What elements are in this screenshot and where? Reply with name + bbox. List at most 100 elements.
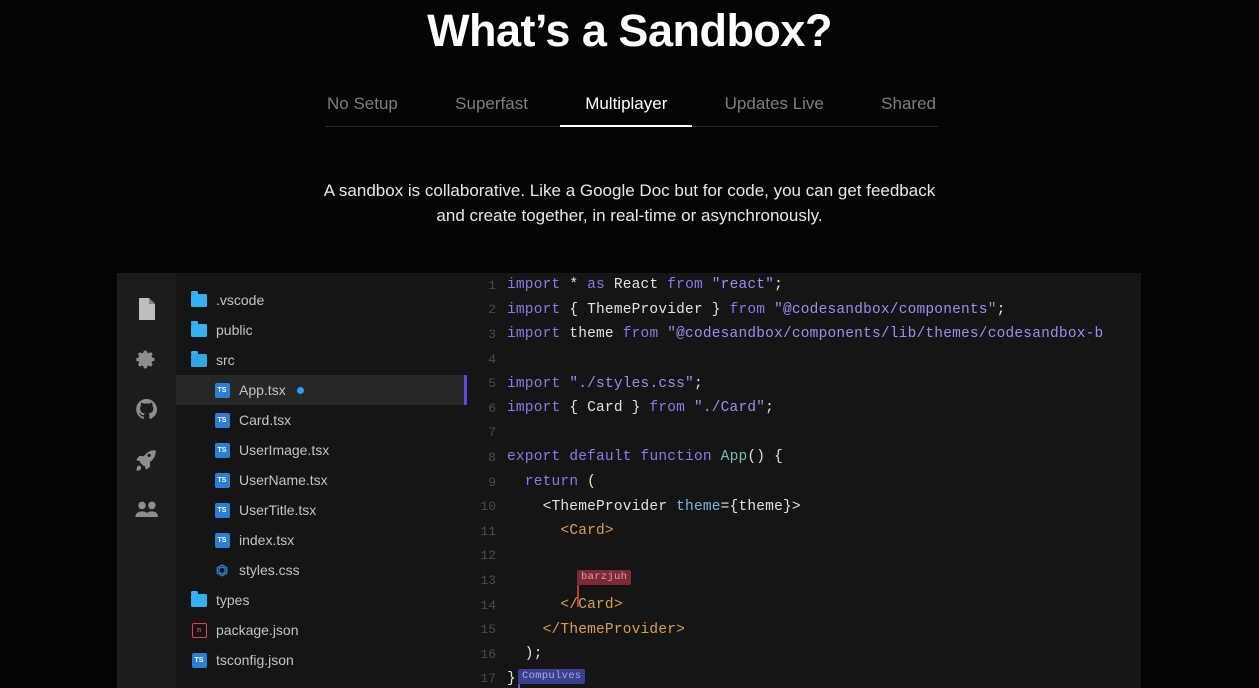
github-icon[interactable] xyxy=(133,395,161,423)
code-line[interactable]: import "./styles.css"; xyxy=(507,376,703,392)
file-tree-item[interactable]: n package.json xyxy=(176,615,467,645)
collaborator-caret xyxy=(518,683,520,688)
file-type-icon: TS xyxy=(191,652,207,668)
folder-icon xyxy=(191,320,207,337)
line-number: 8 xyxy=(488,449,496,465)
code-line[interactable]: <Card> xyxy=(507,523,614,539)
code-line-row: 11 <Card> xyxy=(467,519,1141,544)
typescript-icon: TS xyxy=(214,532,230,548)
code-line[interactable] xyxy=(507,572,516,588)
file-type-icon: TS xyxy=(214,442,230,458)
css-icon: ⏣ xyxy=(215,562,229,578)
code-line[interactable] xyxy=(507,351,516,367)
file-type-icon: TS xyxy=(214,532,230,548)
file-tree-item-label: types xyxy=(216,592,250,608)
line-number: 15 xyxy=(480,622,496,638)
file-tree-item[interactable]: TS UserImage.tsx xyxy=(176,435,467,465)
gear-icon[interactable] xyxy=(133,345,161,373)
file-tree-item[interactable]: TS tsconfig.json xyxy=(176,645,467,675)
code-line[interactable]: } xyxy=(507,671,516,687)
file-type-icon: TS xyxy=(214,472,230,488)
file-type-icon xyxy=(191,350,207,368)
code-line[interactable] xyxy=(507,548,516,564)
tab-updates-live[interactable]: Updates Live xyxy=(723,93,826,115)
feature-tabs: No Setup Superfast Multiplayer Updates Live… xyxy=(325,93,938,133)
code-line[interactable]: import theme from "@codesandbox/componen… xyxy=(507,326,1103,342)
code-line-row: 7 xyxy=(467,421,1141,446)
code-line[interactable]: import { Card } from "./Card"; xyxy=(507,400,774,416)
file-tree-item[interactable]: types xyxy=(176,585,467,615)
rocket-icon[interactable] xyxy=(133,445,161,473)
line-number: 9 xyxy=(488,474,496,490)
code-line-row: 4 xyxy=(467,347,1141,372)
file-tree-item[interactable]: TS Card.tsx xyxy=(176,405,467,435)
code-line-row: 14 </Card> xyxy=(467,593,1141,618)
file-tree-item-label: public xyxy=(216,322,253,338)
typescript-icon: TS xyxy=(214,502,230,518)
code-line[interactable]: <ThemeProvider theme={theme}> xyxy=(507,499,801,515)
line-number: 1 xyxy=(488,277,496,293)
file-type-icon xyxy=(191,590,207,608)
collaborator-caret xyxy=(577,585,579,608)
collaborator-name-label: barzjuh xyxy=(577,570,632,586)
file-tree-item[interactable]: TS App.tsx xyxy=(176,375,467,405)
code-line-row: 1 import * as React from "react"; xyxy=(467,273,1141,298)
line-number: 10 xyxy=(480,499,496,515)
code-line[interactable]: export default function App() { xyxy=(507,449,783,465)
page-root: What’s a Sandbox? No Setup Superfast Multi… xyxy=(0,0,1259,688)
folder-icon xyxy=(191,590,207,607)
file-tree-item[interactable]: .vscode xyxy=(176,285,467,315)
folder-icon xyxy=(191,290,207,307)
code-line[interactable]: ); xyxy=(507,646,543,662)
people-icon[interactable] xyxy=(133,495,161,523)
files-icon[interactable] xyxy=(133,295,161,323)
tab-shared[interactable]: Shared xyxy=(879,93,938,115)
collaborator-cursor: barzjuh xyxy=(577,570,632,608)
collaborator-name-label: Compulves xyxy=(518,668,586,684)
file-tree-item-label: Card.tsx xyxy=(239,412,292,428)
tab-no-setup[interactable]: No Setup xyxy=(325,93,400,115)
file-tree-item-label: UserImage.tsx xyxy=(239,442,330,458)
file-type-icon: TS xyxy=(214,412,230,428)
tab-multiplayer[interactable]: Multiplayer xyxy=(583,93,669,115)
file-tree-item-label: UserTitle.tsx xyxy=(239,502,317,518)
code-line-row: 12 xyxy=(467,544,1141,569)
file-tree-item[interactable]: public xyxy=(176,315,467,345)
file-tree-item[interactable]: TS UserTitle.tsx xyxy=(176,495,467,525)
feature-description: A sandbox is collaborative. Like a Googl… xyxy=(323,181,936,225)
activity-bar xyxy=(117,273,176,688)
code-editor-window: .vscode public src TS App.tsx TS Card.tsx TS Use… xyxy=(117,273,1141,688)
npm-icon: n xyxy=(191,622,207,638)
file-type-icon: TS xyxy=(214,502,230,518)
code-line[interactable]: import * as React from "react"; xyxy=(507,277,783,293)
tab-superfast[interactable]: Superfast xyxy=(453,93,530,115)
file-tree-item-label: src xyxy=(216,352,235,368)
line-number: 11 xyxy=(480,523,496,539)
code-line[interactable]: import { ThemeProvider } from "@codesand… xyxy=(507,302,1006,318)
file-type-icon: ⏣ xyxy=(214,562,230,578)
file-tree-item-label: UserName.tsx xyxy=(239,472,328,488)
line-number: 4 xyxy=(488,351,496,367)
code-line-row: 10 <ThemeProvider theme={theme}> xyxy=(467,494,1141,519)
file-tree-item[interactable]: TS index.tsx xyxy=(176,525,467,555)
code-view[interactable]: 1 import * as React from "react"; 2 import … xyxy=(467,273,1141,688)
file-tree-item-label: package.json xyxy=(216,622,299,638)
file-tree-item[interactable]: src xyxy=(176,345,467,375)
typescript-icon: TS xyxy=(214,472,230,488)
collaborator-cursor: Compulves xyxy=(518,668,586,688)
file-tree-item[interactable]: TS UserName.tsx xyxy=(176,465,467,495)
code-line-row: 8 export default function App() { xyxy=(467,445,1141,470)
file-tree-item[interactable]: ⏣ styles.css xyxy=(176,555,467,585)
file-type-icon xyxy=(191,320,207,338)
line-number: 7 xyxy=(488,425,496,441)
line-number: 2 xyxy=(488,302,496,318)
file-type-icon xyxy=(191,290,207,308)
code-line[interactable] xyxy=(507,425,516,441)
code-line[interactable]: return ( xyxy=(507,474,596,490)
typescript-icon: TS xyxy=(214,382,230,398)
code-line[interactable]: </ThemeProvider> xyxy=(507,622,685,638)
file-explorer: .vscode public src TS App.tsx TS Card.tsx TS Use… xyxy=(176,273,467,688)
code-line-row: 3 import theme from "@codesandbox/compone… xyxy=(467,322,1141,347)
line-number: 12 xyxy=(480,548,496,564)
typescript-icon: TS xyxy=(191,652,207,668)
